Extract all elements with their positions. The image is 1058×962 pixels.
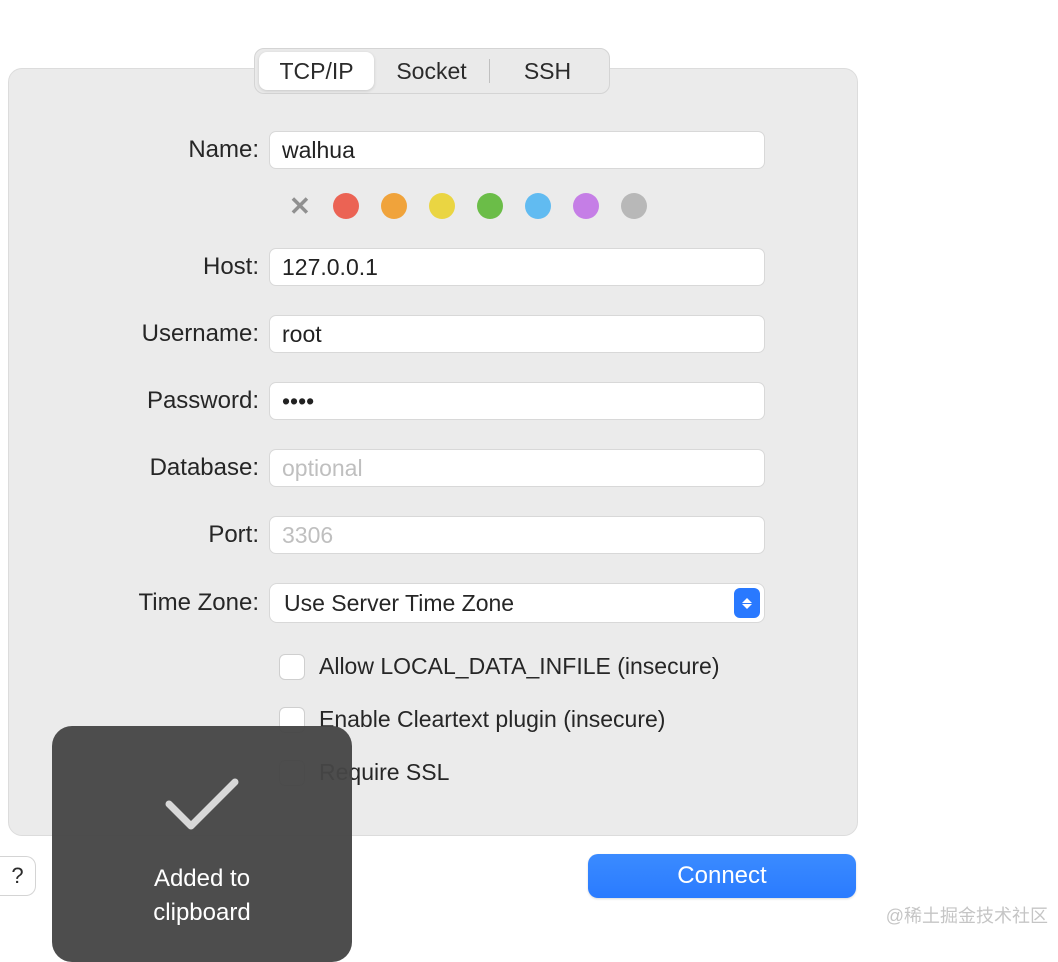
port-label: Port: [9,521,269,549]
toast-line1: Added to [153,862,250,896]
connection-panel: Name: ✕ Host: Username: Password: Data [8,68,858,836]
color-swatch-blue[interactable] [525,193,551,219]
help-button[interactable]: ? [0,856,36,896]
host-label: Host: [9,253,269,281]
toast-line2: clipboard [153,896,250,930]
tab-ssh[interactable]: SSH [490,52,605,90]
name-label: Name: [9,136,269,164]
tab-socket[interactable]: Socket [374,52,489,90]
username-input[interactable] [269,315,765,353]
color-swatch-green[interactable] [477,193,503,219]
cleartext-plugin-label: Enable Cleartext plugin (insecure) [319,706,665,733]
color-swatch-yellow[interactable] [429,193,455,219]
port-input[interactable] [269,516,765,554]
timezone-selected-text: Use Server Time Zone [284,590,734,617]
database-input[interactable] [269,449,765,487]
tab-tcpip[interactable]: TCP/IP [259,52,374,90]
timezone-select[interactable]: Use Server Time Zone [269,583,765,623]
color-swatch-purple[interactable] [573,193,599,219]
chevron-updown-icon [734,588,760,618]
checkmark-icon [157,768,247,838]
connection-type-tabs: TCP/IP Socket SSH [254,48,610,94]
clear-color-icon[interactable]: ✕ [289,193,311,219]
password-label: Password: [9,387,269,415]
connect-button[interactable]: Connect [588,854,856,898]
database-label: Database: [9,454,269,482]
color-swatch-gray[interactable] [621,193,647,219]
watermark: @稀土掘金技术社区 [886,902,1048,928]
color-picker-row: ✕ [289,193,765,219]
clipboard-toast: Added to clipboard [52,726,352,962]
password-input[interactable] [269,382,765,420]
allow-local-infile-checkbox[interactable] [279,654,305,680]
allow-local-infile-label: Allow LOCAL_DATA_INFILE (insecure) [319,653,720,680]
host-input[interactable] [269,248,765,286]
color-swatch-red[interactable] [333,193,359,219]
color-swatch-orange[interactable] [381,193,407,219]
username-label: Username: [9,320,269,348]
timezone-label: Time Zone: [9,589,269,617]
name-input[interactable] [269,131,765,169]
